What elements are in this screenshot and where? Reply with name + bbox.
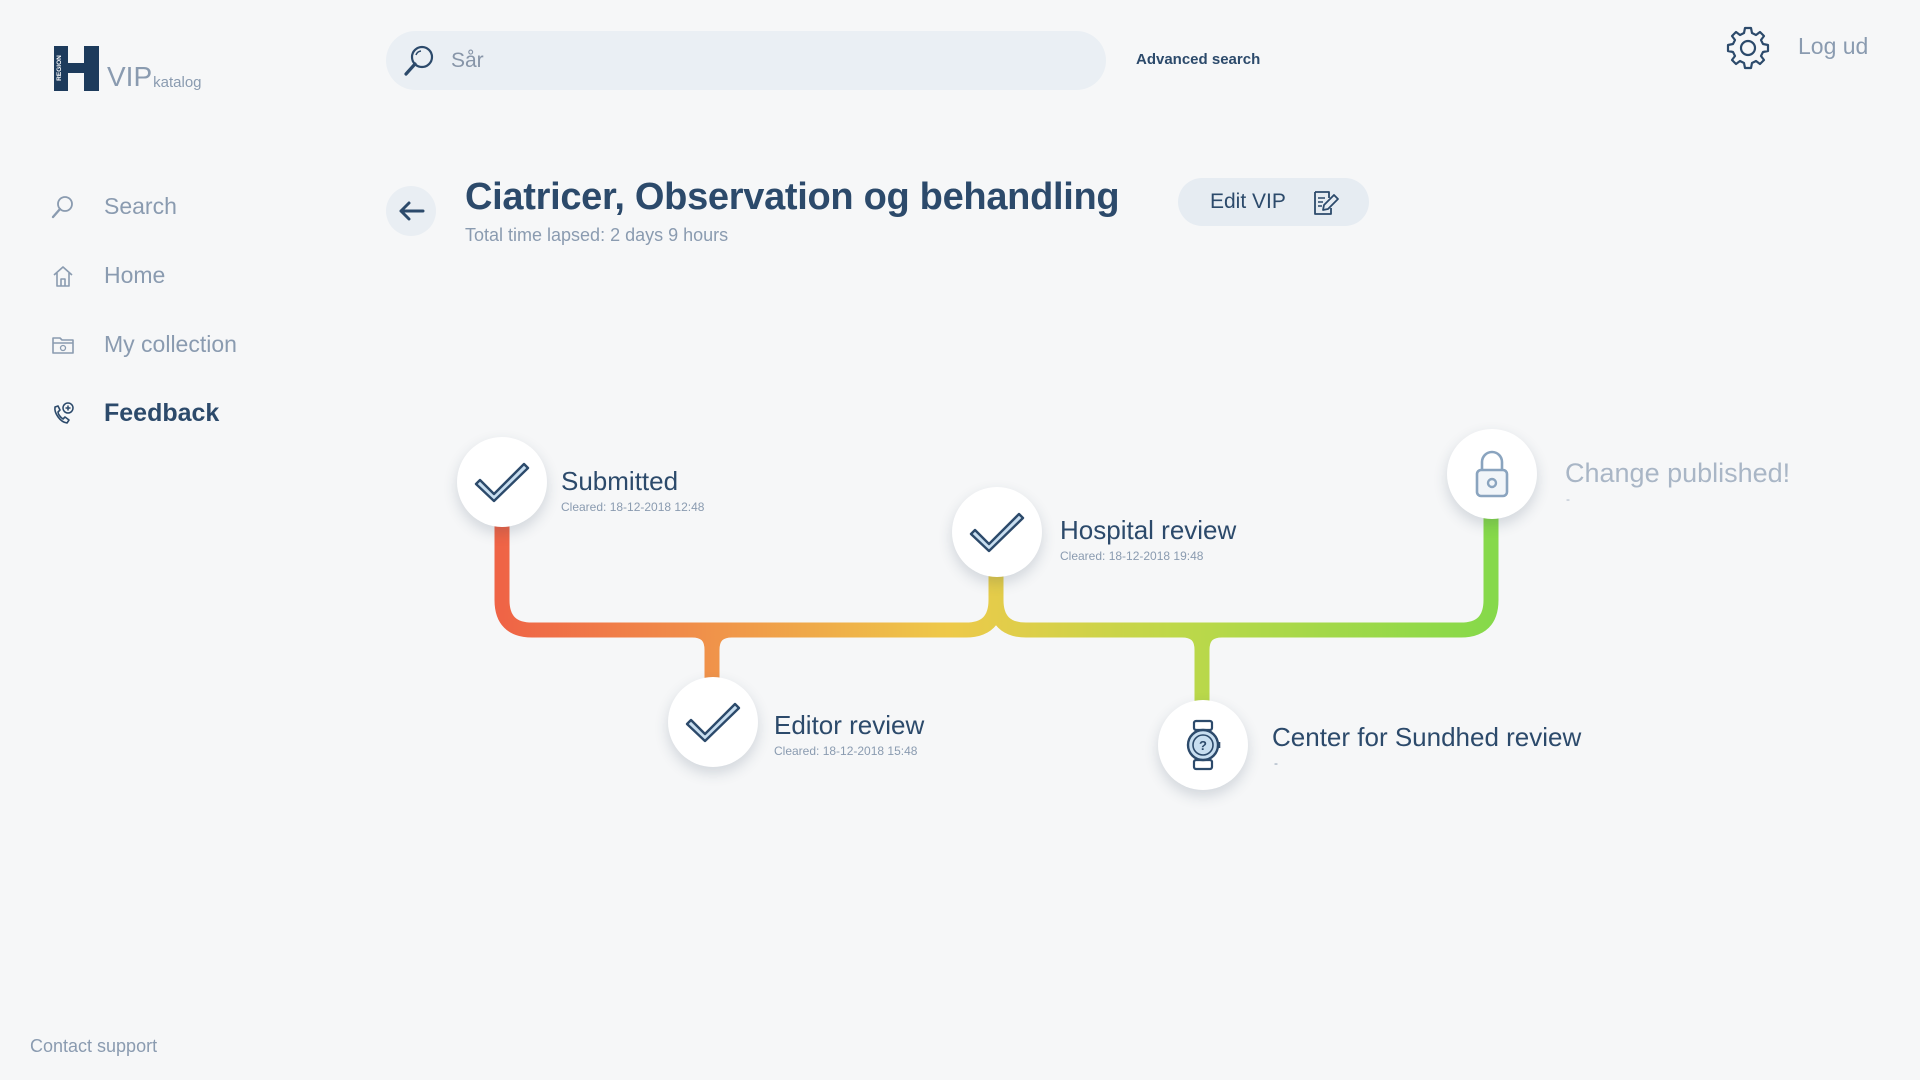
step-label: Editor review xyxy=(774,710,925,740)
watch-question-icon: ? xyxy=(1186,719,1221,771)
step-cleared-time: Cleared: 18-12-2018 15:48 xyxy=(774,744,918,758)
checkmark-icon xyxy=(685,702,741,743)
step-cleared-time: - xyxy=(1274,756,1278,770)
checkmark-icon xyxy=(474,462,530,503)
page: REGION VIP katalog Advanced search Log u… xyxy=(0,0,1920,1080)
svg-text:?: ? xyxy=(1199,738,1207,753)
step-node-change-published[interactable] xyxy=(1447,429,1537,519)
step-cleared-time: - xyxy=(1566,492,1570,506)
step-node-editor-review[interactable] xyxy=(668,677,758,767)
step-node-submitted[interactable] xyxy=(457,437,547,527)
step-label: Center for Sundhed review xyxy=(1272,722,1582,752)
step-label: Change published! xyxy=(1565,458,1791,488)
step-cleared-time: Cleared: 18-12-2018 12:48 xyxy=(561,500,705,514)
step-label: Hospital review xyxy=(1060,515,1237,545)
step-node-center-for-sundhed-review[interactable]: ? xyxy=(1158,700,1248,790)
step-label: Submitted xyxy=(561,466,679,496)
lock-icon xyxy=(1475,450,1509,498)
step-node-hospital-review[interactable] xyxy=(952,487,1042,577)
checkmark-icon xyxy=(969,512,1025,553)
step-cleared-time: Cleared: 18-12-2018 19:48 xyxy=(1060,549,1204,563)
